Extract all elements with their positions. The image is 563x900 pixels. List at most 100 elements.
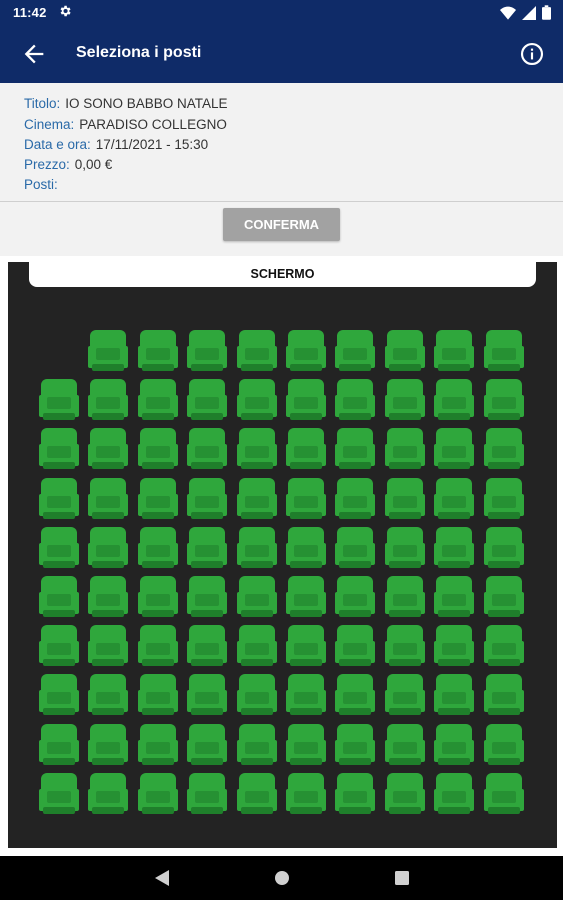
- seat[interactable]: [39, 526, 79, 571]
- seat[interactable]: [187, 330, 228, 374]
- seat[interactable]: [286, 526, 326, 571]
- seat[interactable]: [335, 576, 376, 620]
- seat[interactable]: [137, 772, 178, 817]
- nav-back-button[interactable]: [140, 856, 184, 900]
- seat[interactable]: [39, 674, 79, 718]
- seat[interactable]: [39, 625, 79, 669]
- seat[interactable]: [335, 674, 376, 718]
- seat[interactable]: [137, 330, 178, 374]
- seat[interactable]: [137, 674, 178, 718]
- seat[interactable]: [434, 477, 475, 522]
- seat[interactable]: [384, 772, 425, 817]
- seat[interactable]: [384, 379, 425, 423]
- seat[interactable]: [137, 723, 178, 768]
- seat[interactable]: [335, 330, 376, 374]
- seat[interactable]: [483, 625, 524, 669]
- seat[interactable]: [236, 379, 277, 423]
- confirm-button[interactable]: CONFERMA: [223, 208, 340, 241]
- seat[interactable]: [187, 625, 228, 669]
- nav-home-button[interactable]: [260, 856, 304, 900]
- seat[interactable]: [335, 723, 376, 768]
- seat[interactable]: [335, 379, 376, 423]
- seat[interactable]: [187, 428, 228, 472]
- seat[interactable]: [236, 477, 277, 522]
- seat[interactable]: [236, 723, 277, 768]
- seat[interactable]: [286, 772, 326, 817]
- seat[interactable]: [286, 723, 326, 768]
- seat[interactable]: [434, 330, 475, 374]
- seat[interactable]: [335, 772, 376, 817]
- seat[interactable]: [384, 674, 425, 718]
- info-icon[interactable]: [519, 41, 545, 67]
- seat[interactable]: [88, 330, 129, 374]
- seat[interactable]: [286, 625, 326, 669]
- seat[interactable]: [187, 526, 228, 571]
- seat[interactable]: [88, 576, 129, 620]
- seat[interactable]: [384, 723, 425, 768]
- seat[interactable]: [434, 723, 475, 768]
- seat[interactable]: [434, 379, 475, 423]
- seat[interactable]: [137, 379, 178, 423]
- seat[interactable]: [335, 526, 376, 571]
- seat[interactable]: [137, 477, 178, 522]
- seat[interactable]: [187, 723, 228, 768]
- seat[interactable]: [88, 674, 129, 718]
- seat[interactable]: [335, 477, 376, 522]
- seat[interactable]: [483, 576, 524, 620]
- seat[interactable]: [434, 772, 475, 817]
- seat[interactable]: [434, 526, 475, 571]
- seat[interactable]: [384, 526, 425, 571]
- seat[interactable]: [483, 723, 524, 768]
- seat[interactable]: [39, 428, 79, 472]
- seat[interactable]: [384, 428, 425, 472]
- seat[interactable]: [39, 723, 79, 768]
- seat[interactable]: [384, 625, 425, 669]
- seat[interactable]: [286, 576, 326, 620]
- seat[interactable]: [88, 477, 129, 522]
- seat[interactable]: [187, 477, 228, 522]
- seat[interactable]: [286, 477, 326, 522]
- seat[interactable]: [187, 674, 228, 718]
- seat[interactable]: [187, 772, 228, 817]
- seat[interactable]: [88, 526, 129, 571]
- seat[interactable]: [483, 477, 524, 522]
- seat[interactable]: [236, 576, 277, 620]
- seat[interactable]: [88, 379, 129, 423]
- seat[interactable]: [384, 576, 425, 620]
- seat[interactable]: [335, 428, 376, 472]
- seat[interactable]: [88, 625, 129, 669]
- seat[interactable]: [236, 772, 277, 817]
- seat[interactable]: [137, 526, 178, 571]
- seat[interactable]: [335, 625, 376, 669]
- seat[interactable]: [88, 723, 129, 768]
- seat[interactable]: [88, 428, 129, 472]
- seat[interactable]: [483, 428, 524, 472]
- seat[interactable]: [483, 674, 524, 718]
- seat[interactable]: [236, 625, 277, 669]
- seat[interactable]: [434, 625, 475, 669]
- seat[interactable]: [384, 477, 425, 522]
- seat[interactable]: [137, 576, 178, 620]
- seat[interactable]: [187, 576, 228, 620]
- seat[interactable]: [39, 576, 79, 620]
- seat[interactable]: [434, 428, 475, 472]
- seat[interactable]: [434, 674, 475, 718]
- seat[interactable]: [434, 576, 475, 620]
- seat[interactable]: [483, 772, 524, 817]
- nav-recents-button[interactable]: [380, 856, 424, 900]
- seat[interactable]: [236, 674, 277, 718]
- seat[interactable]: [236, 526, 277, 571]
- seat[interactable]: [187, 379, 228, 423]
- seat[interactable]: [137, 625, 178, 669]
- seat[interactable]: [39, 772, 79, 817]
- seat[interactable]: [286, 379, 326, 423]
- back-arrow-icon[interactable]: [20, 40, 48, 68]
- seat[interactable]: [236, 428, 277, 472]
- seat[interactable]: [384, 330, 425, 374]
- seat[interactable]: [236, 330, 277, 374]
- seat[interactable]: [88, 772, 129, 817]
- seat[interactable]: [483, 330, 524, 374]
- seat[interactable]: [286, 674, 326, 718]
- seat[interactable]: [286, 428, 326, 472]
- seat[interactable]: [39, 379, 79, 423]
